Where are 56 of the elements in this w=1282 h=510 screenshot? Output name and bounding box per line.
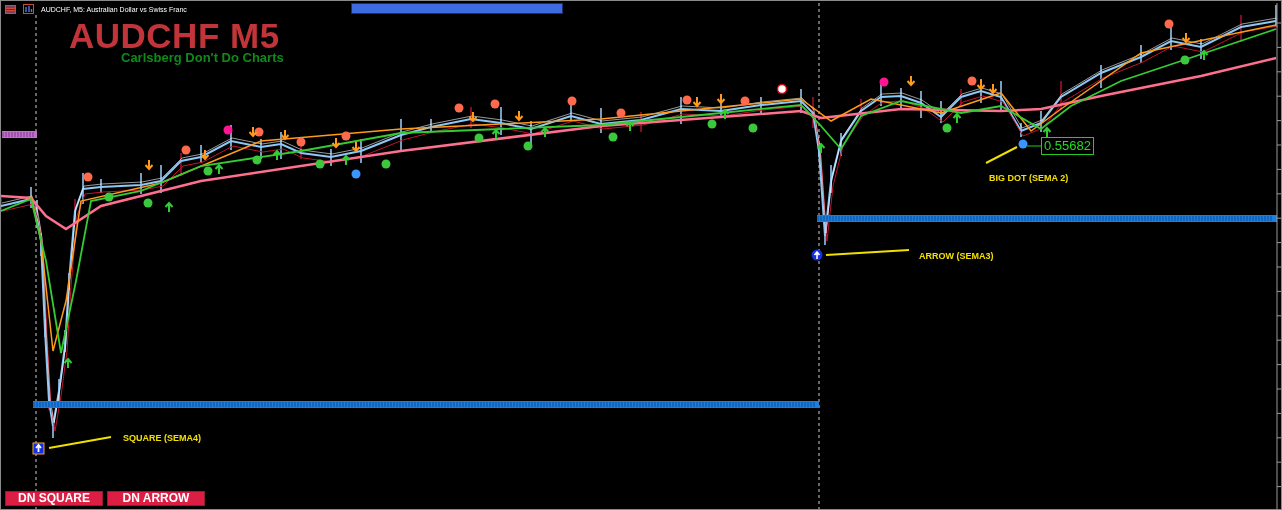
candle-wick bbox=[500, 106, 502, 136]
candle-wick bbox=[900, 87, 902, 109]
chart-title: AUDCHF M5 bbox=[69, 18, 280, 54]
candle-wick bbox=[160, 164, 162, 194]
candle-wick bbox=[260, 138, 262, 160]
candle-wick bbox=[640, 111, 642, 133]
candle-wick bbox=[330, 148, 332, 167]
chart-icon[interactable] bbox=[23, 4, 34, 14]
price-label: 0.55682 bbox=[1041, 137, 1094, 155]
leader-line bbox=[1026, 145, 1042, 147]
candle-wick bbox=[680, 96, 682, 125]
candle-wick bbox=[812, 96, 814, 129]
candle-wick bbox=[36, 199, 38, 229]
signal-button[interactable]: DN SQUARE bbox=[5, 491, 103, 506]
candle-wick bbox=[1060, 80, 1062, 110]
annotation-label: ARROW (SEMA3) bbox=[919, 251, 994, 261]
candle-wick bbox=[400, 118, 402, 151]
candle-wick bbox=[920, 90, 922, 119]
candle-wick bbox=[230, 124, 232, 151]
candle-wick bbox=[30, 186, 32, 209]
leader-line bbox=[985, 146, 1018, 164]
candle-wick bbox=[180, 152, 182, 177]
candle-wick bbox=[940, 100, 942, 124]
candle-wick bbox=[800, 88, 802, 114]
candle-wick bbox=[280, 131, 282, 160]
candle-wick bbox=[960, 88, 962, 107]
signal-button[interactable]: DN ARROW bbox=[107, 491, 205, 506]
candle-wick bbox=[1040, 110, 1042, 133]
candle-wick bbox=[1140, 44, 1142, 64]
candle-wick bbox=[200, 144, 202, 164]
candle-wick bbox=[1000, 80, 1002, 113]
candle-wick bbox=[82, 172, 84, 205]
candle-wick bbox=[1200, 38, 1202, 60]
candle-wick bbox=[140, 172, 142, 195]
leader-line bbox=[48, 436, 112, 449]
candle-wick bbox=[470, 106, 472, 129]
candle-wick bbox=[1240, 14, 1242, 43]
candle-wick bbox=[840, 132, 842, 157]
chart-subtitle: Carlsberg Don't Do Charts bbox=[121, 51, 284, 65]
candle-wick bbox=[100, 178, 102, 194]
candle-wick bbox=[1100, 64, 1102, 89]
candle-wick bbox=[1020, 122, 1022, 138]
annotation-label: BIG DOT (SEMA 2) bbox=[989, 173, 1069, 183]
candle-wick bbox=[1, 197, 2, 213]
square-signal-icon bbox=[32, 442, 45, 455]
annotation-label: SQUARE (SEMA4) bbox=[123, 433, 201, 443]
candle-wick bbox=[600, 107, 602, 134]
candle-wick bbox=[530, 120, 532, 145]
candle-wick bbox=[360, 138, 362, 164]
level-marker bbox=[2, 131, 37, 138]
candle-wick bbox=[760, 96, 762, 115]
menu-icon[interactable] bbox=[5, 4, 16, 14]
candle-wick bbox=[980, 78, 982, 104]
candle-wick bbox=[430, 118, 432, 134]
candle-wick bbox=[830, 164, 832, 194]
arrow-signal-icon bbox=[811, 249, 823, 261]
